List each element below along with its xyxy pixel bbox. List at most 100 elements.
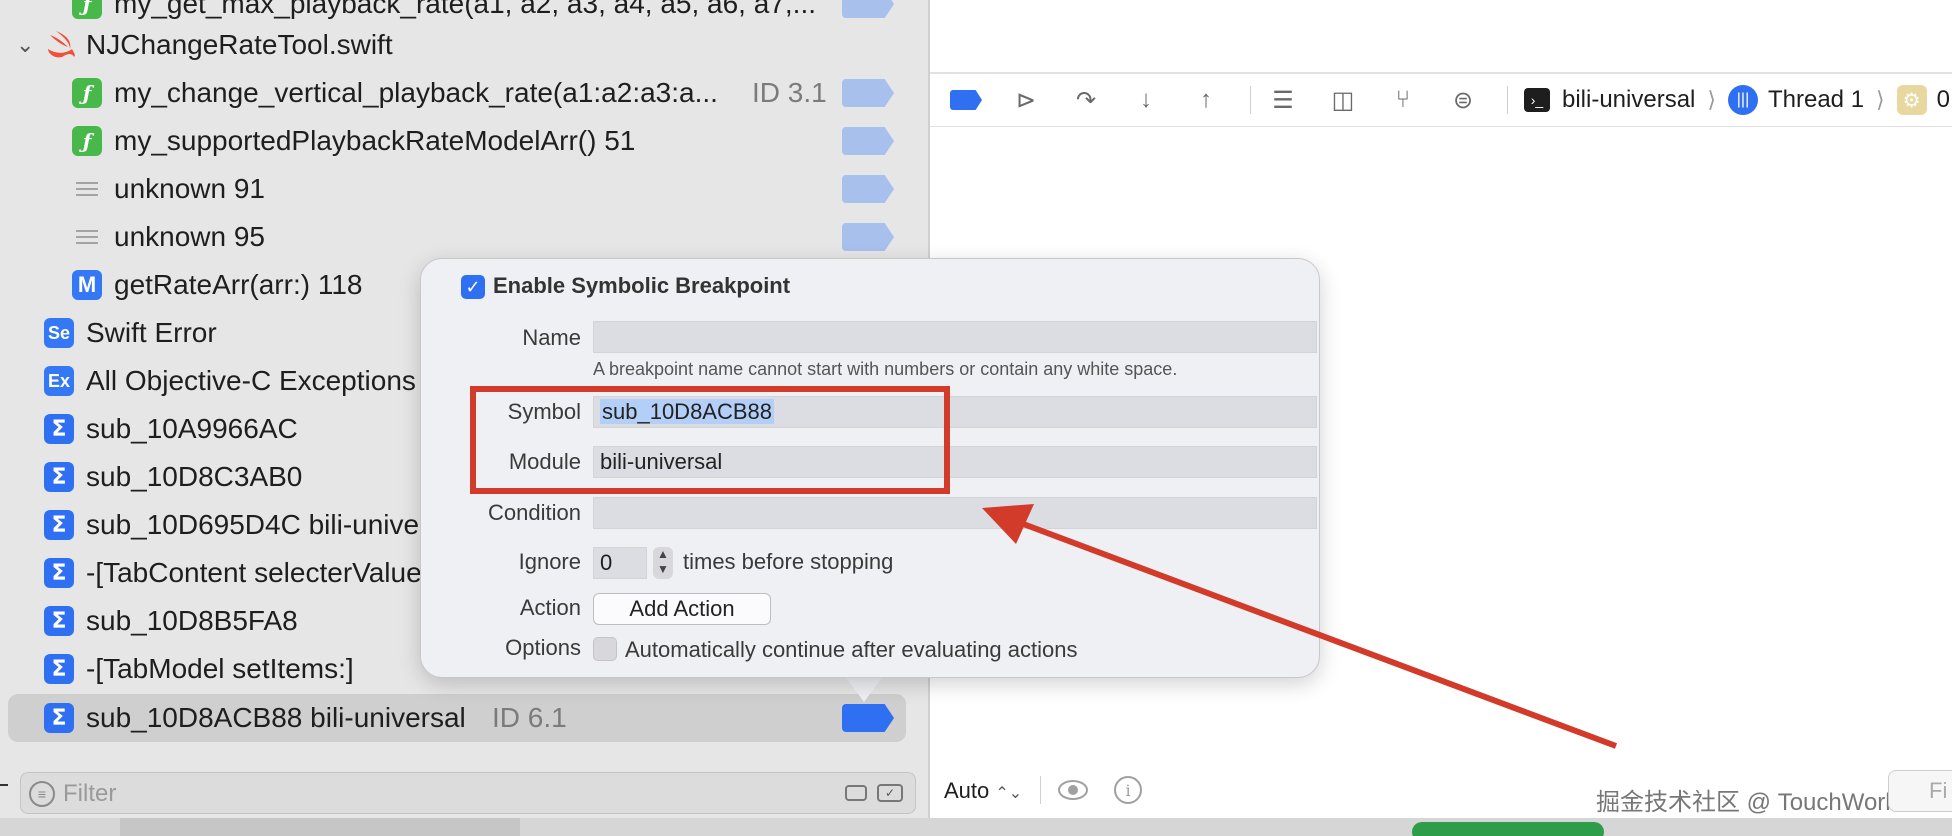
divider [1507,86,1508,114]
swift-file-icon [44,27,78,68]
line-breakpoint-icon [72,174,102,204]
file-group-row[interactable]: ⌄ NJChangeRateTool.swift [0,21,920,69]
breakpoint-id: ID 3.1 [752,77,827,108]
filter-enabled-icon[interactable]: ✓ [877,784,903,802]
method-icon: M [72,270,102,300]
ignore-count-field[interactable]: 0 [593,547,647,579]
memory-graph-icon[interactable]: ◫ [1327,84,1359,116]
step-out-icon[interactable]: ↑ [1190,84,1222,116]
divider [930,72,1952,74]
divider [930,126,1952,127]
breakpoint-label: Swift Error [86,317,217,348]
terminal-icon: ›_ [1524,88,1550,112]
name-field[interactable] [593,321,1317,353]
breadcrumb-separator: ⟩ [1876,87,1885,112]
function-icon: ƒ [72,78,102,108]
filter-placeholder: Filter [63,780,117,807]
symbolic-breakpoint-icon: Σ [44,510,74,540]
breakpoint-toggle-icon[interactable] [842,175,894,203]
options-label: Options [505,635,581,660]
status-segment [120,818,520,836]
symbolic-breakpoint-icon: Σ [44,414,74,444]
popover-title: Enable Symbolic Breakpoint [493,273,791,298]
breakpoint-row[interactable]: unknown 95 [0,213,920,261]
auto-continue-label: Automatically continue after evaluating … [625,637,1078,662]
filter-icon: ≡ [29,781,55,807]
breakpoint-label: sub_10D8ACB88 bili-universal [86,702,466,733]
symbolic-breakpoint-icon: Σ [44,462,74,492]
symbolic-breakpoint-icon: Σ [44,703,74,733]
frame-icon: ⚙ [1896,85,1927,115]
variables-scope-selector[interactable]: Auto ⌃⌄ [944,778,1022,804]
annotation-highlight-box [470,386,950,494]
condition-field[interactable] [593,497,1317,529]
file-name-label: NJChangeRateTool.swift [86,29,393,60]
continue-icon[interactable]: ⊳ [1010,84,1042,116]
step-into-icon[interactable]: ↓ [1130,84,1162,116]
symbolic-breakpoint-icon: Σ [44,654,74,684]
breakpoint-label: unknown 91 [114,173,266,204]
breakpoint-row-selected[interactable]: Σ sub_10D8ACB88 bili-universal ID 6.1 [8,694,906,742]
status-pill [1412,822,1604,836]
console-filter-field[interactable]: Fi [1888,770,1952,812]
share-icon[interactable]: ⑂ [1387,84,1419,116]
breakpoint-toggle-icon[interactable] [842,0,894,18]
breakpoint-row[interactable]: ƒ my_change_vertical_playback_rate(a1:a2… [0,69,920,117]
breakpoint-id: ID 6.1 [492,702,567,733]
breakpoint-toggle-icon[interactable] [842,79,894,107]
filter-field[interactable]: ≡ Filter ✓ [20,772,916,814]
breakpoint-toggle-icon[interactable] [842,127,894,155]
watermark: 掘金技术社区 @ TouchWorld [1596,789,1904,816]
function-icon: ƒ [72,126,102,156]
line-breakpoint-icon [72,222,102,252]
auto-continue-checkbox[interactable] [593,637,617,661]
breakpoint-label: sub_10D8C3AB0 [86,461,303,492]
breakpoint-label: All Objective-C Exceptions [86,365,416,396]
enable-breakpoint-checkbox[interactable]: ✓ [461,275,485,299]
chevron-updown-icon: ⌃⌄ [995,785,1023,802]
scope-label: Auto [944,778,990,803]
ignore-suffix: times before stopping [683,549,894,574]
step-over-icon[interactable]: ↷ [1070,84,1102,116]
name-hint: A breakpoint name cannot start with numb… [593,359,1178,379]
eye-icon[interactable] [1058,780,1088,800]
process-name[interactable]: bili-universal [1562,86,1695,114]
function-icon: ƒ [72,0,102,19]
breakpoint-label: unknown 95 [114,221,266,252]
breakpoint-label: -[TabContent selecterValue] [86,557,430,588]
breakpoint-toggle-icon[interactable] [842,223,894,251]
symbolic-breakpoint-icon: Σ [44,606,74,636]
breakpoint-label: sub_10A9966AC [86,413,298,444]
action-label: Action [519,595,581,620]
environment-overrides-icon[interactable]: ⊜ [1447,84,1479,116]
thread-name[interactable]: Thread 1 [1768,86,1864,114]
frame-name[interactable]: 0 su [1937,86,1952,114]
chevron-down-icon[interactable]: ⌄ [16,32,36,58]
swift-error-icon: Se [44,318,74,348]
status-strip [0,818,1952,836]
exception-icon: Ex [44,366,74,396]
breakpoint-row[interactable]: unknown 91 [0,165,920,213]
ignore-label: Ignore [518,549,581,574]
divider [1040,776,1041,804]
view-hierarchy-icon[interactable]: ☰ [1267,84,1299,116]
breakpoints-toggle-icon[interactable] [950,90,982,110]
filter-option-icon[interactable] [845,785,867,801]
condition-label: Condition [488,500,581,525]
ignore-stepper[interactable]: ▲ ▼ [653,547,673,579]
name-label: Name [522,325,581,350]
divider [1250,86,1251,114]
breakpoint-row[interactable]: ƒ my_supportedPlaybackRateModelArr() 51 [0,117,920,165]
add-action-button[interactable]: Add Action [593,593,771,625]
breakpoint-label: sub_10D695D4C bili-universal [86,509,465,540]
breakpoint-label: -[TabModel setItems:] [86,653,354,684]
breadcrumb-separator: ⟩ [1707,87,1716,112]
divider [0,784,8,786]
info-icon[interactable]: i [1114,776,1142,804]
breakpoint-toggle-icon[interactable] [842,704,894,732]
thread-icon: ||| [1727,85,1758,115]
breakpoint-label: my_change_vertical_playback_rate(a1:a2:a… [114,77,718,108]
breakpoint-label: sub_10D8B5FA8 [86,605,298,636]
symbolic-breakpoint-icon: Σ [44,558,74,588]
breakpoint-label: my_supportedPlaybackRateModelArr() 51 [114,125,636,156]
